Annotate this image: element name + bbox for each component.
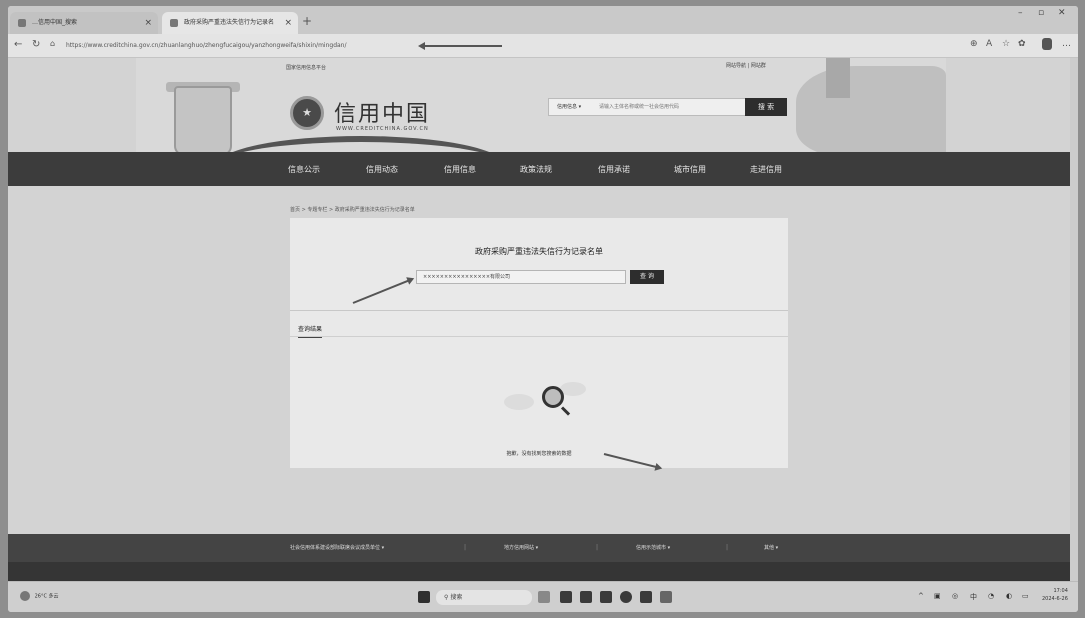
nav-item-city-credit[interactable]: 城市信用: [674, 164, 706, 175]
tab-favicon-icon: [170, 19, 178, 27]
weather-temp: 26°C: [34, 593, 47, 600]
site-url-text: WWW.CREDITCHINA.GOV.CN: [336, 126, 429, 132]
address-bar: ← ↻ ⌂ https://www.creditchina.gov.cn/zhu…: [8, 34, 1078, 58]
page-scrollbar[interactable]: [1070, 58, 1078, 581]
volume-icon[interactable]: ◐: [1006, 592, 1012, 600]
annotation-arrow-icon: [420, 45, 502, 47]
footer-separator: |: [726, 544, 729, 551]
network-icon[interactable]: ◔: [988, 592, 994, 600]
browser-window: …信用中国_搜索 × 政府采购严重违法失信行为记录名 × + – ▫ ✕ ← ↻…: [8, 6, 1078, 612]
site-search-input[interactable]: [599, 102, 749, 112]
taskbar: 26°C 多云 ⚲ 搜索 ^ ▣ ◎ 中 ◔ ◐ ▭ 17:04 2024-6-…: [8, 581, 1078, 612]
site-header-banner: 国家信用信息平台 网站导航 | 网站群 ★ 信用中国 WWW.CREDITCHI…: [136, 58, 946, 156]
site-footer: 社会信用体系建设部际联席会议成员单位 ▾ | 地方信用网站 ▾ | 信用示范城市…: [8, 534, 1078, 581]
minimize-icon[interactable]: –: [1018, 8, 1023, 18]
tray-app-icon[interactable]: ◎: [952, 592, 958, 600]
magnifier-icon: [542, 386, 564, 408]
national-emblem-icon: ★: [290, 96, 324, 130]
empty-result-text: 抱歉，没有找到您搜索的数据: [506, 451, 572, 457]
cloud-icon: [504, 394, 534, 410]
weather-widget[interactable]: 26°C 多云: [20, 591, 59, 601]
read-aloud-icon[interactable]: A: [986, 39, 992, 49]
nav-item-credit-info[interactable]: 信用信息: [444, 164, 476, 175]
nav-item-info-public[interactable]: 信息公示: [288, 164, 320, 175]
back-icon[interactable]: ←: [14, 39, 22, 50]
main-nav: 信息公示 信用动态 信用信息 政策法规 信用承诺 城市信用 走进信用: [8, 152, 1078, 186]
footer-link-other[interactable]: 其他 ▾: [764, 544, 778, 551]
weather-desc: 多云: [48, 593, 59, 600]
extension-icon[interactable]: [1042, 38, 1052, 50]
divider: [290, 310, 788, 311]
tab-search[interactable]: …信用中国_搜索 ×: [10, 12, 158, 34]
site-search-button[interactable]: 搜 索: [745, 98, 787, 116]
clock-time: 17:04: [1053, 588, 1068, 594]
ime-icon[interactable]: 中: [970, 592, 977, 602]
watchtower-image: [826, 58, 850, 98]
footer-bottom: [8, 562, 1078, 581]
empty-result-illustration: [500, 346, 590, 426]
battery-icon[interactable]: ▭: [1022, 592, 1029, 600]
search-type-select[interactable]: 信用信息 ▾: [557, 103, 581, 110]
divider: [290, 336, 788, 337]
site-search-box: 信用信息 ▾: [548, 98, 758, 116]
taskbar-search-label: 搜索: [450, 594, 463, 601]
nav-item-commitment[interactable]: 信用承诺: [598, 164, 630, 175]
maximize-icon[interactable]: ▫: [1038, 8, 1044, 18]
file-explorer-icon[interactable]: [560, 591, 572, 603]
taskbar-search[interactable]: ⚲ 搜索: [436, 590, 532, 605]
footer-link-ministries[interactable]: 社会信用体系建设部际联席会议成员单位 ▾: [290, 544, 384, 551]
close-window-icon[interactable]: ✕: [1058, 8, 1066, 18]
bronze-vessel-image: [174, 86, 232, 156]
new-tab-icon[interactable]: +: [302, 14, 312, 28]
query-button[interactable]: 查 询: [630, 270, 664, 284]
collections-icon[interactable]: ✿: [1018, 39, 1026, 49]
task-view-icon[interactable]: [580, 591, 592, 603]
app-icon[interactable]: [660, 591, 672, 603]
tab-favicon-icon: [18, 19, 26, 27]
close-tab-icon[interactable]: ×: [284, 12, 292, 34]
top-left-text[interactable]: 国家信用信息平台: [286, 64, 326, 71]
breadcrumb[interactable]: 首页 > 专题专栏 > 政府采购严重违法失信行为记录名单: [290, 206, 415, 213]
tab-label: 政府采购严重违法失信行为记录名: [184, 19, 275, 26]
great-wall-image: [796, 66, 946, 156]
footer-separator: |: [464, 544, 467, 551]
nav-item-policy[interactable]: 政策法规: [520, 164, 552, 175]
page-viewport: 国家信用信息平台 网站导航 | 网站群 ★ 信用中国 WWW.CREDITCHI…: [8, 58, 1078, 581]
widgets-icon[interactable]: [538, 591, 550, 603]
tray-expand-icon[interactable]: ^: [918, 592, 924, 600]
tab-creditchina[interactable]: 政府采购严重违法失信行为记录名 ×: [162, 12, 298, 34]
tab-label: …信用中国_搜索: [32, 19, 78, 26]
app-icon[interactable]: [600, 591, 612, 603]
tray-app-icon[interactable]: ▣: [934, 592, 941, 600]
refresh-icon[interactable]: ↻: [32, 39, 40, 50]
lock-icon: ⌂: [50, 39, 56, 48]
close-tab-icon[interactable]: ×: [144, 12, 152, 34]
query-card: 政府采购严重违法失信行为记录名单 ××××××××××××××××有限公司 查 …: [290, 218, 788, 468]
footer-separator: |: [596, 544, 599, 551]
clock-date: 2024-6-26: [1042, 596, 1068, 602]
clock[interactable]: 17:04 2024-6-26: [1042, 587, 1068, 603]
tab-bar: …信用中国_搜索 × 政府采购严重违法失信行为记录名 × + – ▫ ✕: [8, 6, 1078, 34]
start-menu-icon[interactable]: [418, 591, 430, 603]
url-field[interactable]: https://www.creditchina.gov.cn/zhuanlang…: [66, 39, 956, 53]
wps-icon[interactable]: [640, 591, 652, 603]
magnifier-handle-icon: [560, 406, 571, 416]
edge-browser-icon[interactable]: [620, 591, 632, 603]
footer-link-demo-cities[interactable]: 信用示范城市 ▾: [636, 544, 670, 551]
more-icon[interactable]: …: [1062, 39, 1071, 49]
nav-item-about-credit[interactable]: 走进信用: [750, 164, 782, 175]
footer-link-local-sites[interactable]: 地方信用网站 ▾: [504, 544, 538, 551]
nav-item-credit-news[interactable]: 信用动态: [366, 164, 398, 175]
zoom-icon[interactable]: ⊕: [970, 39, 978, 49]
company-name-input[interactable]: ××××××××××××××××有限公司: [416, 270, 626, 284]
page-title: 政府采购严重违法失信行为记录名单: [475, 247, 603, 256]
favorite-icon[interactable]: ☆: [1002, 39, 1010, 49]
weather-icon: [20, 591, 30, 601]
site-title[interactable]: 信用中国: [334, 96, 430, 128]
cloud-icon: [560, 382, 586, 396]
top-links[interactable]: 网站导航 | 网站群: [726, 62, 766, 69]
